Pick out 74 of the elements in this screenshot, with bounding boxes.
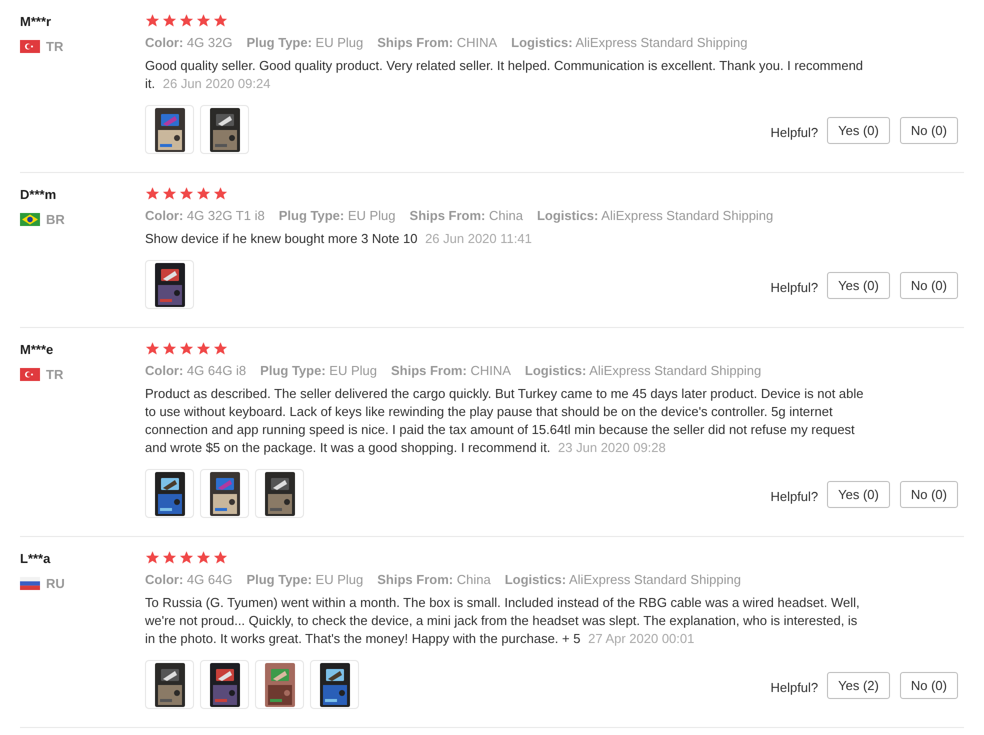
flag-icon <box>20 368 40 382</box>
product-attribute: Ships From: China <box>377 571 491 589</box>
product-attribute: Logistics: AliExpress Standard Shipping <box>524 362 762 380</box>
product-attribute: Logistics: AliExpress Standard Shipping <box>504 571 741 589</box>
helpful-label: Helpful? <box>770 678 818 697</box>
reviewer-name: L***a <box>20 550 52 568</box>
star-icon <box>179 186 194 201</box>
star-icon <box>145 550 160 565</box>
photo-thumbnail[interactable] <box>145 260 194 309</box>
product-attribute: Color: 4G 64G <box>145 571 232 589</box>
star-icon <box>162 13 177 28</box>
photo-thumbnail[interactable] <box>255 469 304 518</box>
product-attribute: Ships From: CHINA <box>390 362 511 380</box>
star-icon <box>145 341 160 356</box>
product-attribute: Color: 4G 32G <box>145 34 232 52</box>
helpful-label: Helpful? <box>770 124 818 142</box>
country-code: BR <box>46 211 65 229</box>
yes-vote-button[interactable]: Yes (0) <box>827 481 890 508</box>
photo-thumbnail[interactable] <box>255 660 304 709</box>
flag-icon <box>20 577 40 590</box>
no-vote-button[interactable]: No (0) <box>900 272 958 299</box>
review-text: Product as described. The seller delivered the cargo quickly. But Turkey came to me 45 days later product. Device is not able to use without keyboard. Lack of keys like rewinding the play pause that should be on the device's controller. 5g internet connection and app running speed is nice. I paid the tax amount of 15.64tl min because the seller did not refuse my request and wrote $5 on the package. It was a good shopping. I recommend it. 23 Jun 2020 09:28 <box>145 385 864 457</box>
helpful-label: Helpful? <box>770 278 818 297</box>
star-icon <box>196 341 211 356</box>
flag-icon <box>20 213 40 226</box>
yes-vote-button[interactable]: Yes (2) <box>827 672 890 699</box>
star-icon <box>179 341 194 356</box>
product-attribute: Plug Type: EU Plug <box>278 207 396 225</box>
star-icon <box>196 186 211 201</box>
photo-thumbnail[interactable] <box>200 660 249 709</box>
star-icon <box>196 550 211 565</box>
product-attribute: Logistics: AliExpress Standard Shipping <box>536 207 774 225</box>
star-icon <box>162 186 177 201</box>
product-attribute: Plug Type: EU Plug <box>246 34 364 52</box>
photo-thumbnail[interactable] <box>145 469 194 518</box>
reviewer-name: D***m <box>20 186 58 204</box>
flag-icon <box>20 40 40 54</box>
product-attribute: Ships From: China <box>410 207 523 225</box>
no-vote-button[interactable]: No (0) <box>900 672 958 699</box>
review-text: Good quality seller. Good quality product. Very related seller. It helped. Communication is excellent. Thank you. I recommend it. 26 Jun 2020 09:24 <box>145 57 864 93</box>
star-icon <box>213 186 228 201</box>
reviewer-name: M***e <box>20 341 54 359</box>
product-attribute: Logistics: AliExpress Standard Shipping <box>511 34 748 52</box>
product-attribute: Ships From: CHINA <box>377 34 498 52</box>
country-code: TR <box>46 366 64 384</box>
star-icon <box>162 550 177 565</box>
star-icon <box>145 186 160 201</box>
product-attribute: Plug Type: EU Plug <box>260 362 377 380</box>
star-icon <box>145 13 160 28</box>
product-attribute: Plug Type: EU Plug <box>246 571 364 589</box>
product-attribute: Color: 4G 32G T1 i8 <box>145 207 265 225</box>
photo-thumbnail[interactable] <box>145 105 194 154</box>
photo-thumbnail[interactable] <box>310 660 359 709</box>
star-icon <box>213 550 228 565</box>
star-icon <box>179 13 194 28</box>
star-icon <box>179 550 194 565</box>
review-text: Show device if he knew bought more 3 Note 10 26 Jun 2020 11:41 <box>145 230 533 248</box>
photo-thumbnail[interactable] <box>145 660 194 709</box>
country-code: RU <box>46 575 65 593</box>
no-vote-button[interactable]: No (0) <box>900 481 958 508</box>
photo-thumbnail[interactable] <box>200 469 249 518</box>
helpful-label: Helpful? <box>770 488 818 506</box>
photo-thumbnail[interactable] <box>200 105 249 154</box>
star-icon <box>213 341 228 356</box>
star-icon <box>213 13 228 28</box>
reviewer-name: M***r <box>20 13 52 31</box>
country-code: TR <box>46 38 64 56</box>
yes-vote-button[interactable]: Yes (0) <box>827 272 890 299</box>
star-icon <box>162 341 177 356</box>
no-vote-button[interactable]: No (0) <box>900 117 958 144</box>
star-icon <box>196 13 211 28</box>
yes-vote-button[interactable]: Yes (0) <box>827 117 890 144</box>
review-text: To Russia (G. Tyumen) went within a month. The box is small. Included instead of the RBG cable was a wired headset. Well, we're not proud... Quickly, to check the device, a mini jack from the headset was slept. The explanation, who is interested, is in the photo. It works great. That's the money! Happy with the purchase. + 5 27 Apr 2020 00:01 <box>145 594 861 648</box>
product-attribute: Color: 4G 64G i8 <box>145 362 246 380</box>
